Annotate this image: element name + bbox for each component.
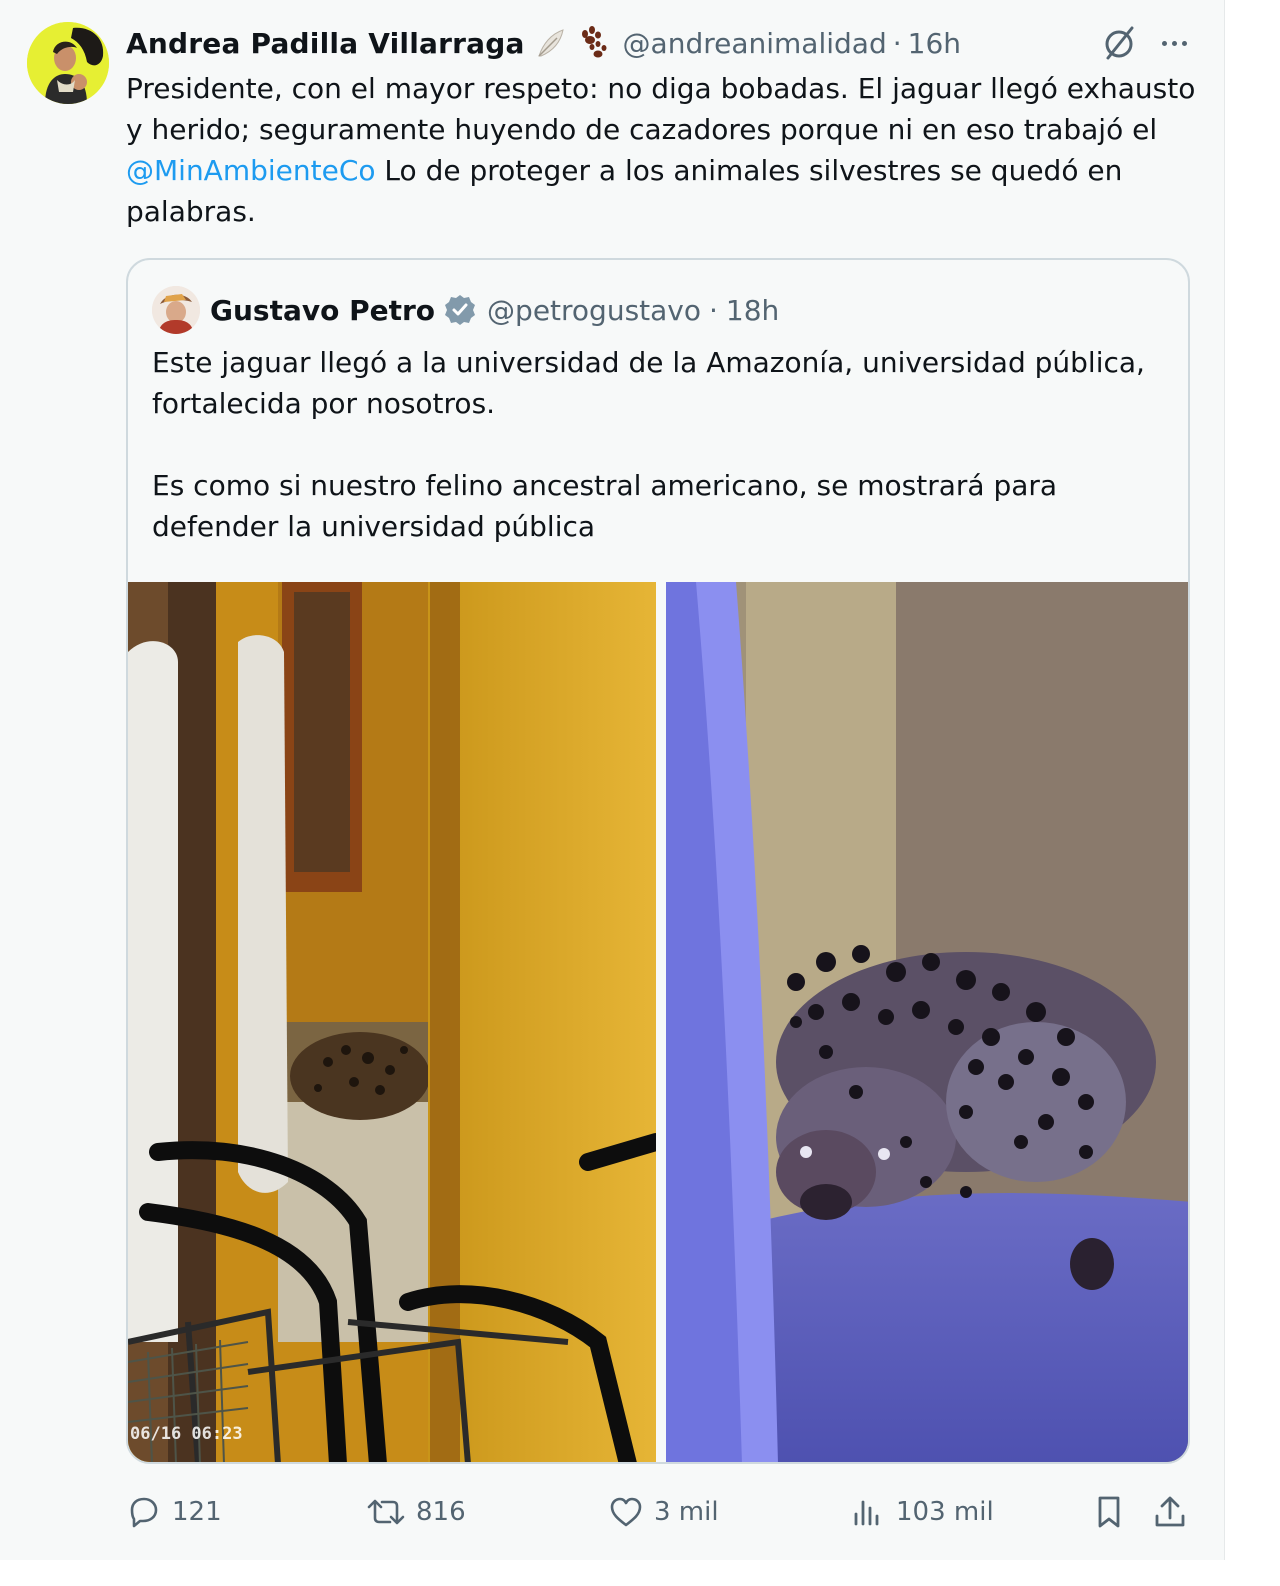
mention-link[interactable]: @MinAmbienteCo xyxy=(126,154,376,187)
grok-icon[interactable] xyxy=(1100,22,1138,64)
reply-button[interactable]: 121 xyxy=(126,1488,222,1536)
like-count: 3 mil xyxy=(654,1497,719,1527)
quoted-header: Gustavo Petro @petrogustavo · 18h xyxy=(152,286,779,334)
author-handle[interactable]: @andreanimalidad xyxy=(623,27,887,60)
author-name[interactable]: Andrea Padilla Villarraga xyxy=(126,27,525,60)
tweet-text-part1: Presidente, con el mayor respeto: no dig… xyxy=(126,72,1196,146)
tweet-time[interactable]: 16h xyxy=(908,27,961,60)
bookmark-icon xyxy=(1098,1496,1120,1528)
verified-badge-icon xyxy=(443,293,477,327)
separator-dot: · xyxy=(892,26,902,60)
reply-count: 121 xyxy=(172,1497,222,1527)
quoted-paragraph-1: Este jaguar llegó a la universidad de la… xyxy=(152,346,1145,420)
tweet-header: Andrea Padilla Villarraga @andreanimalid… xyxy=(126,22,1187,64)
quoted-text: Este jaguar llegó a la universidad de la… xyxy=(152,342,1162,588)
bookmark-button[interactable] xyxy=(1092,1488,1136,1536)
views-count: 103 mil xyxy=(896,1497,994,1527)
quoted-author-handle[interactable]: @petrogustavo xyxy=(487,294,701,327)
quoted-time[interactable]: 18h xyxy=(726,294,779,327)
reply-icon xyxy=(130,1497,158,1528)
share-icon xyxy=(1155,1496,1185,1527)
image-timestamp: 06/16 06:23 xyxy=(130,1424,243,1444)
quoted-image-2[interactable] xyxy=(666,582,1188,1462)
tweet[interactable]: Andrea Padilla Villarraga @andreanimalid… xyxy=(0,0,1225,1560)
views-button[interactable]: 103 mil xyxy=(850,1488,994,1536)
quoted-tweet[interactable]: Gustavo Petro @petrogustavo · 18h Este j… xyxy=(126,258,1190,1464)
quoted-image-1[interactable]: 06/16 06:23 xyxy=(128,582,656,1462)
quoted-author-name[interactable]: Gustavo Petro xyxy=(210,294,435,327)
like-button[interactable]: 3 mil xyxy=(608,1488,719,1536)
feather-emoji-icon xyxy=(533,26,567,60)
quoted-author-avatar[interactable] xyxy=(152,286,200,334)
views-icon xyxy=(854,1500,879,1526)
quoted-paragraph-2: Es como si nuestro felino ancestral amer… xyxy=(152,469,1058,543)
more-options-icon[interactable] xyxy=(1156,28,1192,58)
repost-icon xyxy=(367,1499,405,1525)
share-button[interactable] xyxy=(1152,1488,1198,1536)
action-bar: 121 816 3 mil 103 mil xyxy=(126,1488,1196,1536)
author-avatar[interactable] xyxy=(27,22,109,104)
quoted-separator-dot: · xyxy=(709,293,718,327)
tweet-text: Presidente, con el mayor respeto: no dig… xyxy=(126,68,1196,232)
repost-count: 816 xyxy=(416,1497,466,1527)
repost-button[interactable]: 816 xyxy=(366,1488,466,1536)
paw-prints-emoji-icon xyxy=(575,25,611,61)
heart-icon xyxy=(610,1497,642,1527)
